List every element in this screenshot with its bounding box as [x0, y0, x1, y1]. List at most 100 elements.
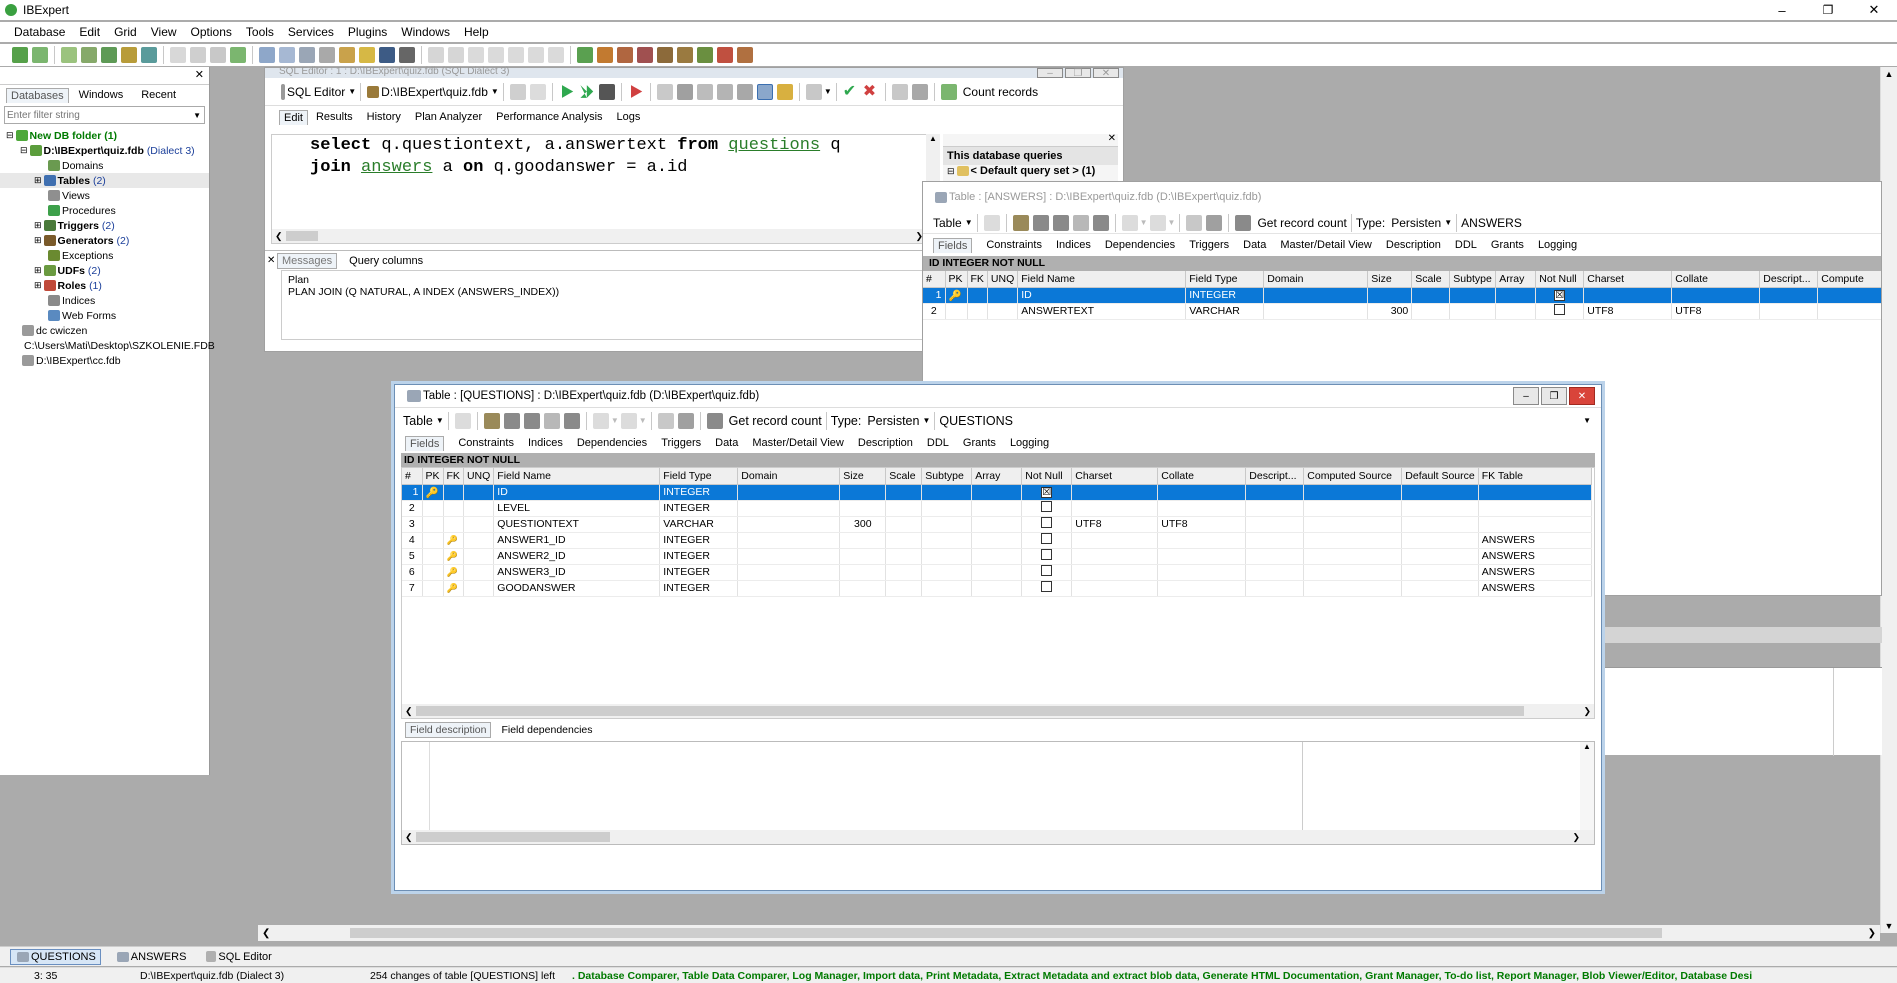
col-not-null[interactable]: Not Null: [1535, 271, 1585, 288]
answers-get-record-count[interactable]: Get record count: [1257, 216, 1346, 230]
sql-editor-label[interactable]: SQL Editor: [287, 85, 345, 99]
col-field-name[interactable]: Field Name: [1017, 271, 1187, 288]
disabled-tool-4-icon[interactable]: [488, 47, 504, 63]
col-not-null[interactable]: Not Null: [1021, 468, 1073, 485]
tab-query-columns[interactable]: Query columns: [349, 255, 423, 267]
stop-execution-icon[interactable]: [631, 85, 643, 98]
col-num[interactable]: #: [402, 468, 423, 485]
answers-table-button[interactable]: Table: [933, 216, 962, 230]
collapse-icon[interactable]: ⊟: [20, 145, 28, 156]
questions-grid-h-scrollbar[interactable]: ❮ ❯: [402, 704, 1594, 718]
tree-tables[interactable]: Tables: [58, 175, 90, 187]
new-sql-editor-icon[interactable]: [279, 47, 295, 63]
new-icon[interactable]: [170, 47, 186, 63]
field-name[interactable]: ANSWERTEXT: [1017, 303, 1187, 320]
new-procedure-icon[interactable]: [617, 47, 633, 63]
tab-recent[interactable]: Recent: [141, 89, 176, 101]
count-records[interactable]: Count records: [963, 85, 1038, 99]
tab-triggers[interactable]: Triggers: [661, 437, 701, 449]
tab-field-description[interactable]: Field description: [405, 722, 492, 738]
tree-exceptions[interactable]: Exceptions: [62, 250, 113, 262]
rollback-icon[interactable]: [620, 412, 637, 429]
lock-icon[interactable]: [776, 83, 793, 100]
col-charset[interactable]: Charset: [1583, 271, 1673, 288]
questions-close-button[interactable]: ✕: [1569, 387, 1595, 405]
toggle-icon[interactable]: [756, 83, 773, 100]
table-row[interactable]: 4 🔑 ANSWER1_ID INTEGER ANSWERS: [402, 532, 1593, 549]
tab-ddl[interactable]: DDL: [1455, 239, 1477, 251]
tab-plan-analyzer[interactable]: Plan Analyzer: [415, 111, 482, 123]
new-domain-icon[interactable]: [737, 47, 753, 63]
menu-grid[interactable]: Grid: [114, 25, 137, 39]
disabled-tool-7-icon[interactable]: [548, 47, 564, 63]
menu-help[interactable]: Help: [464, 25, 489, 39]
field-type[interactable]: INTEGER: [659, 484, 739, 501]
field-name[interactable]: ID: [493, 484, 661, 501]
col-unq[interactable]: UNQ: [463, 468, 495, 485]
col-scale[interactable]: Scale: [1411, 271, 1451, 288]
menu-database[interactable]: Database: [14, 25, 65, 39]
tab-logging[interactable]: Logging: [1538, 239, 1577, 251]
calc-icon[interactable]: [677, 412, 694, 429]
expand-icon[interactable]: ⊞: [34, 280, 42, 291]
move-down-icon[interactable]: [1052, 214, 1069, 231]
copy-icon[interactable]: [190, 47, 206, 63]
tree-generators[interactable]: Generators: [58, 235, 114, 247]
folder-label[interactable]: New DB folder (1): [30, 130, 118, 142]
paste-icon[interactable]: [210, 47, 226, 63]
col-default-source[interactable]: Default Source: [1401, 468, 1479, 485]
field-name[interactable]: LEVEL: [493, 500, 661, 517]
col-array[interactable]: Array: [1495, 271, 1537, 288]
expand-icon[interactable]: ⊞: [34, 220, 42, 231]
tab-grants[interactable]: Grants: [1491, 239, 1524, 251]
sql-text-area[interactable]: select q.questiontext, a.answertext from…: [271, 134, 926, 244]
print-icon[interactable]: [706, 412, 723, 429]
tree-triggers[interactable]: Triggers: [58, 220, 99, 232]
tree-web-forms[interactable]: Web Forms: [62, 310, 116, 322]
commit-icon[interactable]: [592, 412, 609, 429]
tab-field-dependencies[interactable]: Field dependencies: [501, 724, 592, 736]
tab-data[interactable]: Data: [715, 437, 738, 449]
col-computed-source[interactable]: Computed Source: [1303, 468, 1403, 485]
new-role-icon[interactable]: [717, 47, 733, 63]
query-info-icon[interactable]: [676, 83, 693, 100]
execute-all-icon[interactable]: [580, 85, 594, 98]
connect-icon[interactable]: [61, 47, 77, 63]
sql-minimize-button[interactable]: –: [1037, 68, 1063, 79]
field-type[interactable]: INTEGER: [659, 532, 739, 549]
move-down-icon[interactable]: [523, 412, 540, 429]
new-trigger-icon[interactable]: [637, 47, 653, 63]
table-row[interactable]: 7 🔑 GOODANSWER INTEGER ANSWERS: [402, 580, 1593, 597]
taskbar-answers[interactable]: ANSWERS: [111, 951, 191, 963]
new-table-icon[interactable]: [577, 47, 593, 63]
db-export-icon[interactable]: [141, 47, 157, 63]
col-fk[interactable]: FK: [443, 468, 464, 485]
execute-icon[interactable]: [562, 85, 574, 98]
field-name[interactable]: ID: [1017, 287, 1187, 304]
questions-get-record-count[interactable]: Get record count: [729, 414, 822, 428]
questions-minimize-button[interactable]: –: [1513, 387, 1539, 405]
menu-tools[interactable]: Tools: [246, 25, 274, 39]
collapse-icon[interactable]: ⊟: [6, 130, 14, 141]
open-query-icon[interactable]: [716, 83, 733, 100]
hint-icon[interactable]: [529, 83, 546, 100]
unregister-db-icon[interactable]: [32, 47, 48, 63]
questions-name-dropdown-icon[interactable]: ▼: [1583, 416, 1591, 425]
not-null-checkbox[interactable]: [1041, 533, 1053, 544]
field-name[interactable]: ANSWER2_ID: [493, 548, 661, 565]
new-view-icon[interactable]: [597, 47, 613, 63]
tab-description[interactable]: Description: [1386, 239, 1441, 251]
register-db-icon[interactable]: [12, 47, 28, 63]
col-fk-table[interactable]: FK Table: [1478, 468, 1593, 485]
table-row[interactable]: 6 🔑 ANSWER3_ID INTEGER ANSWERS: [402, 564, 1593, 581]
sql-editor-icon[interactable]: [259, 47, 275, 63]
field-type[interactable]: INTEGER: [659, 564, 739, 581]
grid-icon[interactable]: [891, 83, 908, 100]
grid-icon[interactable]: [657, 412, 674, 429]
drop-field-icon[interactable]: [1092, 214, 1109, 231]
table-row[interactable]: 2 ANSWERTEXT VARCHAR 300 UTF8 UTF8: [923, 303, 1881, 320]
col-description[interactable]: Descript...: [1245, 468, 1305, 485]
tree-db-szkolenie[interactable]: C:\Users\Mati\Desktop\SZKOLENIE.FDB: [24, 340, 215, 352]
insert-field-icon[interactable]: [1072, 214, 1089, 231]
tree-db-dc-cwiczen[interactable]: dc cwiczen: [36, 325, 87, 337]
